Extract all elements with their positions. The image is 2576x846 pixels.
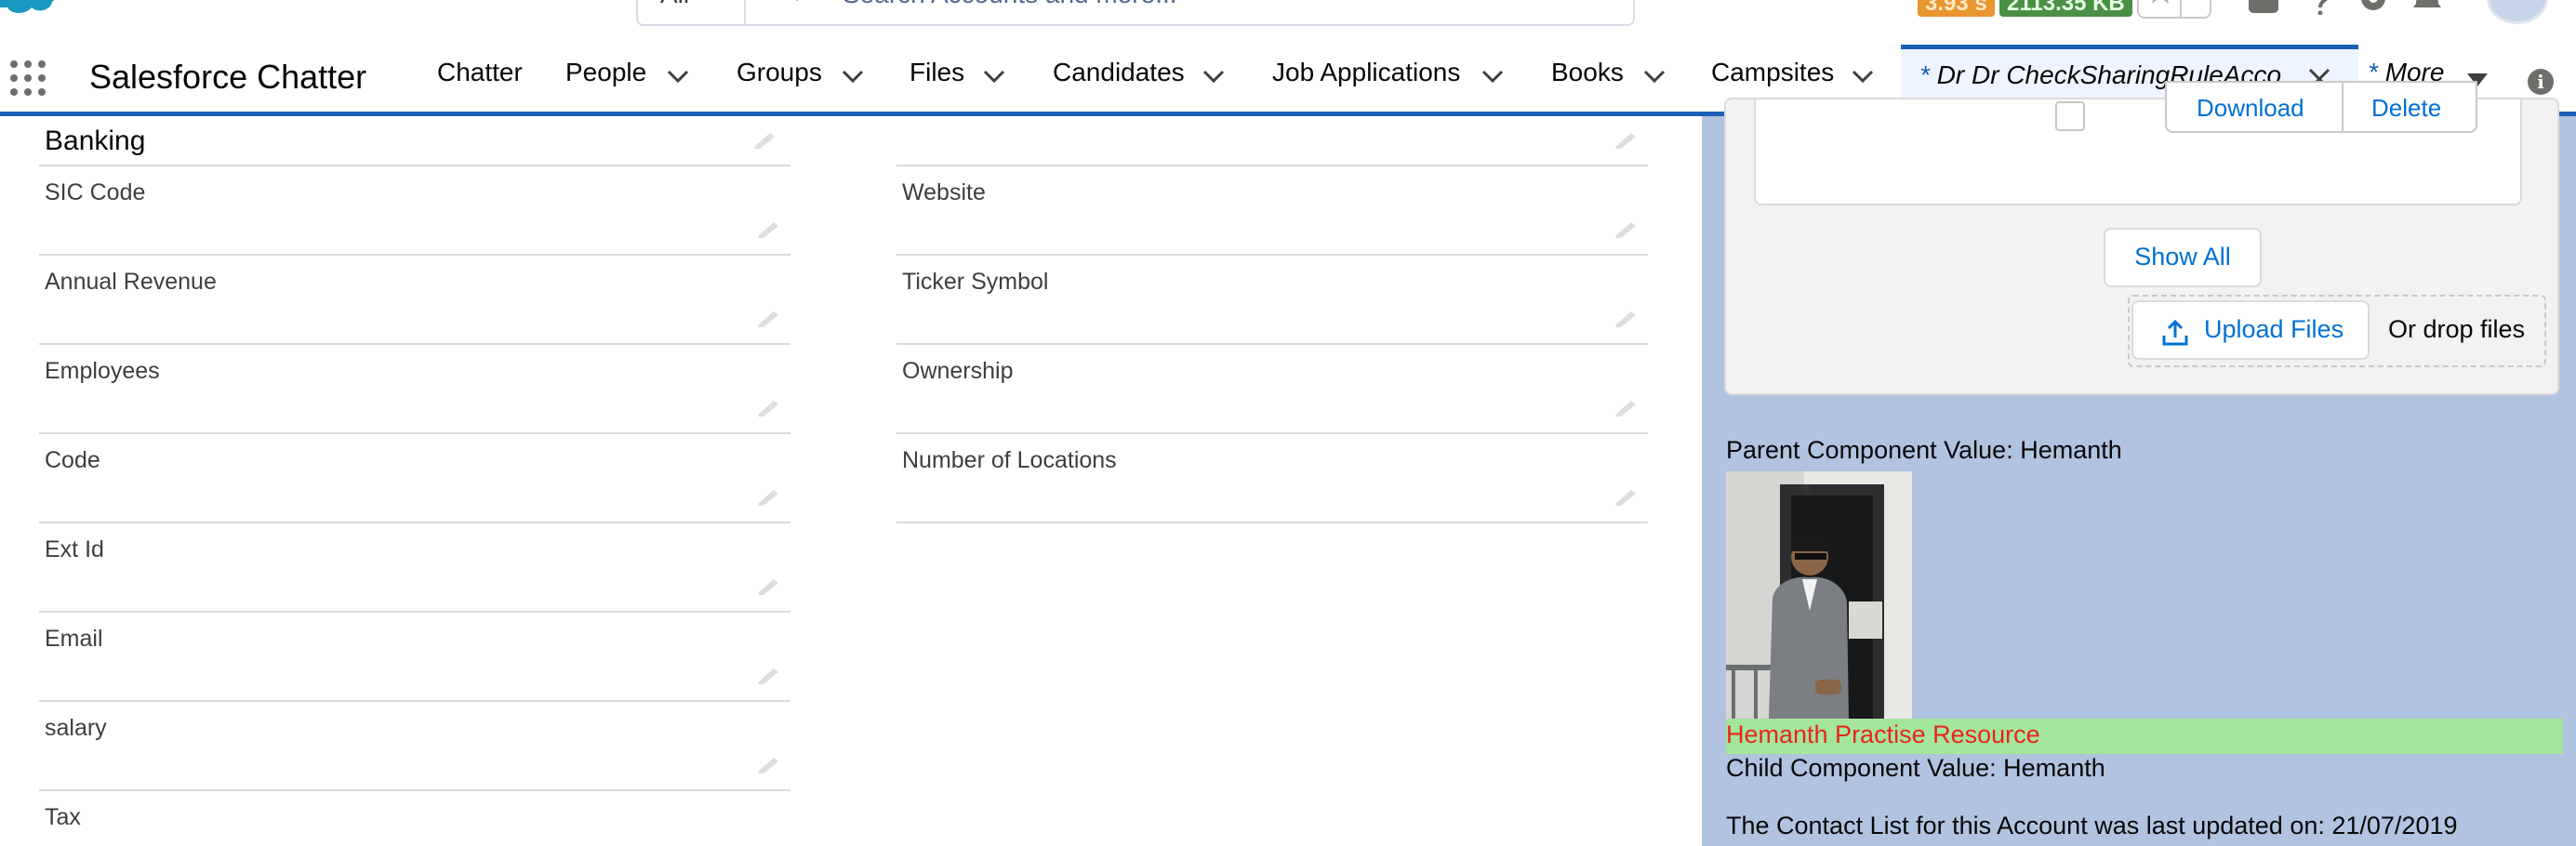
app-root: All Search Accounts and more... 3.93 s 2… [0,0,2576,846]
tab-groups[interactable]: Groups [737,58,822,87]
favorites-divider [2180,0,2182,17]
show-all-button[interactable]: Show All [2104,228,2262,287]
field-ticker-symbol[interactable]: Ticker Symbol [896,256,1648,345]
edit-pencil-icon[interactable] [751,129,777,150]
page-size-badge: 2113.35 KB [1999,0,2132,17]
parent-component-value: Parent Component Value: Hemanth [1726,436,2122,464]
star-icon[interactable] [2146,0,2174,4]
unsaved-star: * [1919,60,1930,89]
edit-pencil-icon[interactable] [1613,397,1639,417]
info-icon[interactable]: i [2528,69,2554,95]
field-label: Annual Revenue [45,269,217,295]
field-tax[interactable]: Tax [39,791,790,846]
edit-pencil-icon[interactable] [755,486,781,507]
field-label: salary [45,715,107,741]
field-label: Ticker Symbol [902,269,1049,295]
field-label: Code [45,447,100,473]
files-card: Download Delete Show All Upload Files Or… [1724,81,2559,395]
field-label: Tax [45,804,81,830]
delete-button[interactable]: Delete [2371,94,2441,123]
edit-pencil-icon[interactable] [755,754,781,774]
field-label: Ext Id [45,536,104,562]
global-search-input[interactable]: Search Accounts and more... [744,0,1635,26]
app-name: Salesforce Chatter [89,58,367,96]
record-detail: Banking SIC Code Annual Revenue Employee… [0,116,1702,846]
edit-pencil-icon[interactable] [755,397,781,417]
upload-files-button[interactable]: Upload Files [2131,300,2370,360]
tab-campsites[interactable]: Campsites [1711,58,1834,87]
favorites-button-group[interactable] [2137,0,2211,19]
resource-name: Hemanth Practise Resource [1726,720,2040,748]
upload-icon [2162,319,2188,346]
file-actions-group: Download Delete [2165,81,2477,133]
field-salary[interactable]: salary [39,702,790,791]
right-sidebar: Download Delete Show All Upload Files Or… [1702,81,2576,846]
user-avatar[interactable] [2487,0,2548,24]
section-title: Banking [45,126,146,156]
salesforce-logo[interactable] [0,0,65,20]
drop-files-text: Or drop files [2388,315,2526,343]
edit-pencil-icon[interactable] [755,308,781,328]
tab-chatter[interactable]: Chatter [437,58,523,87]
tab-people[interactable]: People [565,58,646,87]
field-label: Ownership [902,358,1014,384]
field-ext-id[interactable]: Ext Id [39,523,790,613]
contact-list-updated-text: The Contact List for this Account was la… [1726,812,2458,839]
search-icon [795,0,798,2]
field-label: Number of Locations [902,447,1117,473]
person-photo-image [1726,471,1912,719]
resource-banner: Hemanth Practise Resource [1726,719,2563,754]
field-sic-code[interactable]: SIC Code [39,166,790,256]
gear-icon[interactable] [2357,0,2390,17]
edit-pencil-icon[interactable] [755,218,781,239]
help-icon[interactable] [2306,0,2334,15]
button-divider [2342,83,2344,133]
field-ownership[interactable]: Ownership [896,345,1648,434]
edit-pencil-icon[interactable] [755,665,781,685]
field-employees[interactable]: Employees [39,345,790,434]
search-scope-select[interactable]: All [636,0,746,26]
page-load-time-badge: 3.93 s [1918,0,1995,17]
field-number-of-locations[interactable]: Number of Locations [896,434,1648,523]
field-label: Website [902,179,986,205]
chevron-down-icon[interactable] [1851,69,1875,86]
field-label: SIC Code [45,179,146,205]
trailhead-icon[interactable] [2247,0,2280,15]
field-code[interactable]: Code [39,434,790,523]
field-unlabeled[interactable] [896,77,1648,166]
field-label: Email [45,626,103,652]
files-list: Download Delete [1754,81,2522,205]
search-scope-label: All [660,0,689,9]
edit-pencil-icon[interactable] [1613,218,1639,239]
child-component-value: Child Component Value: Hemanth [1726,754,2105,782]
edit-pencil-icon[interactable] [755,575,781,596]
field-annual-revenue[interactable]: Annual Revenue [39,256,790,345]
chevron-down-icon[interactable] [841,69,865,86]
edit-pencil-icon[interactable] [1613,129,1639,150]
field-website[interactable]: Website [896,166,1648,256]
file-select-checkbox[interactable] [2055,101,2085,131]
field-label: Employees [45,358,160,384]
edit-pencil-icon[interactable] [1613,486,1639,507]
edit-pencil-icon[interactable] [1613,308,1639,328]
field-email[interactable]: Email [39,613,790,702]
profile-photo [1726,471,1912,719]
download-button[interactable]: Download [2197,94,2304,123]
upload-files-label: Upload Files [2204,315,2344,343]
chevron-down-icon[interactable] [666,69,690,86]
notifications-bell-icon[interactable] [2410,0,2444,15]
app-launcher-icon[interactable] [9,59,46,97]
show-all-label: Show All [2134,243,2231,271]
search-placeholder: Search Accounts and more... [843,0,1177,9]
global-header: All Search Accounts and more... 3.93 s 2… [0,0,2576,37]
